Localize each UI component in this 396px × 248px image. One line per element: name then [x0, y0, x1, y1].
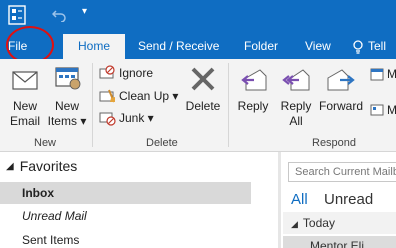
tab-folder[interactable]: Folder [244, 34, 278, 59]
forward-label: Forward [318, 99, 363, 113]
tab-home[interactable]: Home [63, 34, 125, 59]
reply-icon [241, 69, 267, 91]
new-email-label-1: New [12, 99, 37, 113]
group-label-delete: Delete [146, 137, 178, 149]
customize-quick-access-icon[interactable]: ▾ [82, 6, 92, 20]
folder-sent-items[interactable]: Sent Items [0, 229, 251, 248]
filter-all-tab[interactable]: All [291, 191, 308, 208]
meeting-button[interactable]: M [370, 67, 396, 81]
forward-button[interactable]: Forward [318, 64, 364, 114]
new-items-label-1: New [54, 99, 79, 113]
clean-up-button[interactable]: Clean Up ▾ [98, 88, 178, 104]
reply-all-label-2: All [289, 114, 303, 128]
new-items-label-2: Items ▾ [47, 114, 87, 128]
message-sender: Mentor Eli [310, 239, 365, 248]
send-receive-all-icon[interactable] [8, 5, 26, 25]
folder-inbox[interactable]: Inbox [0, 182, 251, 204]
clean-up-icon [99, 89, 115, 103]
junk-button[interactable]: Junk ▾ [98, 110, 154, 126]
collapse-caret-icon: ◢ [6, 160, 14, 172]
reply-label: Reply [237, 99, 269, 113]
more-respond-button[interactable]: M [370, 103, 396, 117]
ignore-button[interactable]: Ignore [98, 65, 153, 81]
reply-all-icon [282, 69, 310, 91]
undo-icon[interactable] [52, 8, 66, 22]
delete-label: Delete [185, 99, 221, 113]
new-email-icon [12, 71, 38, 90]
date-group-header[interactable]: ◢ Today [283, 212, 396, 234]
new-email-label-2: Email [9, 114, 40, 128]
more-respond-label: M [387, 103, 396, 117]
search-input[interactable]: Search Current Mailbox [288, 162, 396, 182]
ribbon-tab-strip: File Home Send / Receive Folder View Tel… [0, 34, 396, 59]
clean-up-label: Clean Up ▾ [119, 89, 179, 103]
filter-unread-tab[interactable]: Unread [324, 191, 373, 208]
group-label-new: New [34, 137, 57, 149]
new-email-button[interactable]: New Email [6, 64, 44, 129]
reply-all-label-1: Reply [280, 99, 312, 113]
meeting-label: M [387, 67, 396, 81]
favorites-header[interactable]: ◢ Favorites [6, 158, 77, 174]
delete-x-icon [191, 67, 215, 91]
message-row[interactable]: Mentor Eli [283, 236, 396, 248]
meeting-icon [370, 68, 384, 81]
new-items-icon [55, 67, 81, 90]
delete-button[interactable]: Delete [184, 64, 222, 114]
tab-file[interactable]: File [8, 34, 27, 59]
group-separator [228, 63, 229, 147]
reply-button[interactable]: Reply [234, 64, 272, 114]
lightbulb-icon [353, 39, 363, 54]
date-group-label: Today [302, 216, 335, 230]
ignore-icon [99, 65, 115, 79]
tell-me-search[interactable]: Tell [352, 34, 386, 59]
more-respond-icon [370, 104, 384, 116]
reply-all-button[interactable]: Reply All [276, 64, 316, 129]
tab-send-receive[interactable]: Send / Receive [138, 34, 219, 59]
ribbon: New Email New Items ▾ New Ignore Clean U… [0, 59, 396, 152]
collapse-caret-icon: ◢ [291, 219, 298, 229]
forward-icon [327, 69, 355, 91]
ignore-label: Ignore [119, 66, 154, 80]
tell-me-label: Tell [368, 39, 387, 53]
junk-icon [99, 112, 116, 126]
group-label-respond: Respond [312, 137, 357, 149]
title-bar: ▾ [0, 0, 396, 34]
tab-view[interactable]: View [305, 34, 331, 59]
group-separator [92, 63, 93, 147]
favorites-label: Favorites [19, 158, 78, 174]
new-items-button[interactable]: New Items ▾ [46, 64, 88, 129]
pane-divider[interactable] [278, 152, 281, 248]
junk-label: Junk ▾ [119, 111, 154, 125]
folder-unread-mail[interactable]: Unread Mail [0, 205, 251, 227]
